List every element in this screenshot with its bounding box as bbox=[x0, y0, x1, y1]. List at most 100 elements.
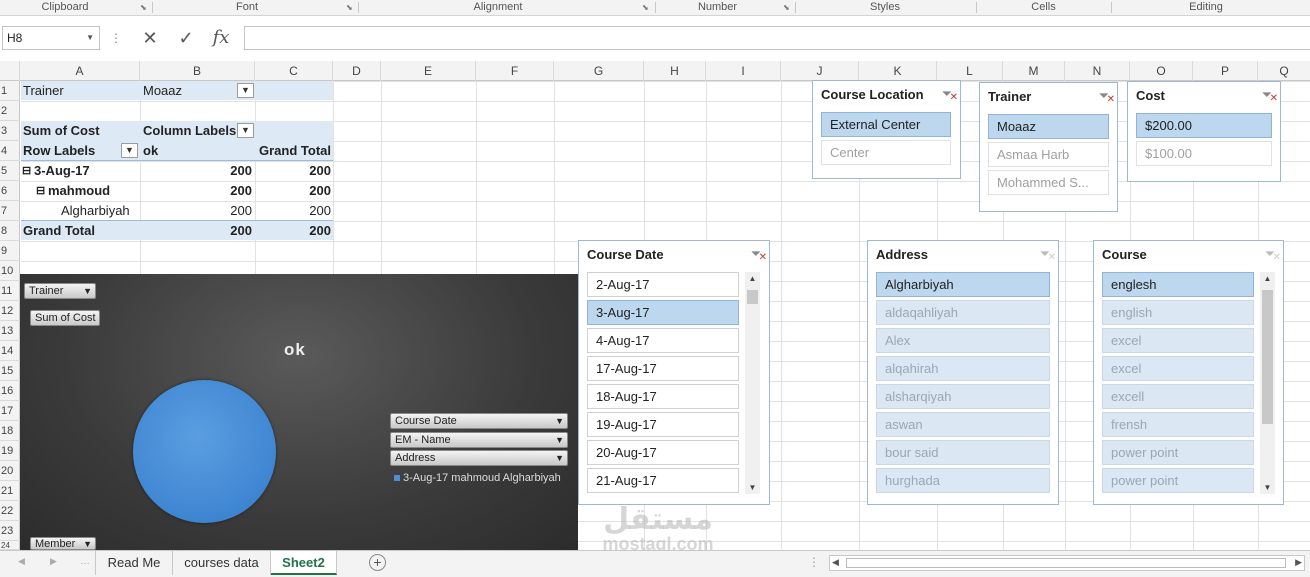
scrollbar-thumb[interactable] bbox=[846, 558, 1286, 568]
enter-icon[interactable]: ✓ bbox=[172, 26, 200, 50]
column-header[interactable]: I bbox=[706, 61, 781, 81]
clear-filter-icon[interactable]: ⏷ ✕ bbox=[1262, 87, 1278, 104]
scroll-right-icon[interactable]: ▶ bbox=[1295, 557, 1302, 568]
slicer-item[interactable]: Center bbox=[821, 140, 951, 165]
slicer-item[interactable]: Asmaa Harb bbox=[988, 142, 1109, 167]
column-header[interactable]: J bbox=[781, 61, 859, 81]
slicer-item[interactable]: power point bbox=[1102, 440, 1254, 465]
row-header[interactable]: 22 bbox=[0, 501, 20, 521]
slicer-item[interactable]: hurghada bbox=[876, 468, 1050, 493]
row-header[interactable]: 19 bbox=[0, 441, 20, 461]
pie-slice[interactable] bbox=[133, 380, 276, 523]
row-header[interactable]: 15 bbox=[0, 361, 20, 381]
row-header[interactable]: 21 bbox=[0, 481, 20, 501]
clear-filter-icon[interactable]: ⏷ ✕ bbox=[1040, 246, 1056, 263]
alignment-launcher-icon[interactable]: ⬊ bbox=[642, 3, 649, 12]
pivot-filter-value[interactable]: Moaaz bbox=[143, 81, 182, 101]
more-options-icon[interactable]: ⋮ bbox=[110, 26, 122, 50]
scrollbar-thumb[interactable] bbox=[1262, 290, 1273, 424]
slicer-item[interactable]: alqahirah bbox=[876, 356, 1050, 381]
slicer-item[interactable]: 18-Aug-17 bbox=[587, 384, 739, 409]
column-header[interactable]: C bbox=[255, 61, 333, 81]
row-header[interactable]: 20 bbox=[0, 461, 20, 481]
slicer-item[interactable]: excell bbox=[1102, 384, 1254, 409]
sheet-tab[interactable]: courses data bbox=[173, 551, 271, 575]
scrollbar-thumb[interactable] bbox=[747, 290, 758, 304]
slicer-item[interactable]: Mohammed S... bbox=[988, 170, 1109, 195]
horizontal-scrollbar[interactable]: ◀ ▶ bbox=[829, 555, 1305, 571]
column-header[interactable]: E bbox=[381, 61, 476, 81]
member-button[interactable]: Member ▼ bbox=[30, 537, 96, 550]
axis-field-button[interactable]: Address ▼ bbox=[390, 450, 568, 466]
collapse-icon[interactable]: ⊟ bbox=[36, 181, 45, 201]
formula-input[interactable] bbox=[244, 26, 1310, 50]
column-header[interactable]: G bbox=[554, 61, 644, 81]
scroll-down-icon[interactable]: ▼ bbox=[745, 483, 760, 492]
row-header[interactable]: 6 bbox=[0, 181, 20, 201]
add-sheet-icon[interactable]: + bbox=[369, 554, 386, 571]
clear-filter-icon[interactable]: ⏷ ✕ bbox=[751, 246, 767, 263]
scroll-up-icon[interactable]: ▲ bbox=[745, 274, 760, 283]
slicer-item[interactable]: 21-Aug-17 bbox=[587, 468, 739, 493]
slicer-item[interactable]: aswan bbox=[876, 412, 1050, 437]
slicer-item[interactable]: 19-Aug-17 bbox=[587, 412, 739, 437]
slicer-scrollbar[interactable]: ▲ ▼ bbox=[1260, 272, 1275, 494]
slicer-item[interactable]: frensh bbox=[1102, 412, 1254, 437]
name-box[interactable]: H8 ▼ bbox=[2, 26, 100, 50]
slicer-item[interactable]: 3-Aug-17 bbox=[587, 300, 739, 325]
column-header[interactable]: K bbox=[859, 61, 937, 81]
number-launcher-icon[interactable]: ⬊ bbox=[783, 3, 790, 12]
row-header[interactable]: 18 bbox=[0, 421, 20, 441]
column-header[interactable]: H bbox=[644, 61, 706, 81]
column-header[interactable]: F bbox=[476, 61, 554, 81]
pivot-chart[interactable]: Trainer ▼ Sum of Cost ok Course Date ▼ E… bbox=[20, 274, 578, 550]
slicer-item[interactable]: $100.00 bbox=[1136, 141, 1272, 166]
scroll-tabs-left-icon[interactable]: ◀ bbox=[18, 556, 25, 567]
slicer-item[interactable]: 4-Aug-17 bbox=[587, 328, 739, 353]
scroll-down-icon[interactable]: ▼ bbox=[1260, 483, 1275, 492]
row-header[interactable]: 10 bbox=[0, 261, 20, 281]
scroll-tabs-right-icon[interactable]: ▶ bbox=[50, 556, 57, 567]
scroll-up-icon[interactable]: ▲ bbox=[1260, 274, 1275, 283]
row-header[interactable]: 3 bbox=[0, 121, 20, 141]
clear-filter-icon[interactable]: ⏷ ✕ bbox=[942, 86, 958, 103]
row-header[interactable]: 13 bbox=[0, 321, 20, 341]
row-header[interactable]: 9 bbox=[0, 241, 20, 261]
row-header[interactable]: 5 bbox=[0, 161, 20, 181]
slicer-item[interactable]: 17-Aug-17 bbox=[587, 356, 739, 381]
clipboard-launcher-icon[interactable]: ⬊ bbox=[140, 3, 147, 12]
slicer-item[interactable]: aldaqahliyah bbox=[876, 300, 1050, 325]
slicer-item[interactable]: Alex bbox=[876, 328, 1050, 353]
clear-filter-icon[interactable]: ⏷ ✕ bbox=[1265, 246, 1281, 263]
axis-field-button[interactable]: Course Date ▼ bbox=[390, 413, 568, 429]
insert-function-icon[interactable]: fx bbox=[206, 26, 236, 50]
clear-filter-icon[interactable]: ⏷ ✕ bbox=[1099, 88, 1115, 105]
column-header[interactable]: M bbox=[1003, 61, 1065, 81]
axis-field-button[interactable]: EM - Name ▼ bbox=[390, 432, 568, 448]
slicer-item[interactable]: Algharbiyah bbox=[876, 272, 1050, 297]
row-header[interactable]: 16 bbox=[0, 381, 20, 401]
row-header[interactable]: 23 bbox=[0, 521, 20, 541]
slicer-item[interactable]: bour said bbox=[876, 440, 1050, 465]
row-header[interactable]: 1 bbox=[0, 81, 20, 101]
scroll-left-icon[interactable]: ◀ bbox=[832, 557, 839, 568]
slicer-item[interactable]: englesh bbox=[1102, 272, 1254, 297]
slicer-item[interactable]: $200.00 bbox=[1136, 113, 1272, 138]
row-header[interactable]: 7 bbox=[0, 201, 20, 221]
slicer-item[interactable]: english bbox=[1102, 300, 1254, 325]
chevron-down-icon[interactable]: ▼ bbox=[86, 27, 94, 49]
row-header[interactable]: 8 bbox=[0, 221, 20, 241]
collapse-icon[interactable]: ⊟ bbox=[22, 161, 31, 181]
slicer-scrollbar[interactable]: ▲ ▼ bbox=[745, 272, 760, 494]
row-header[interactable]: 17 bbox=[0, 401, 20, 421]
sheet-tab-active[interactable]: Sheet2 bbox=[271, 551, 337, 575]
trainer-filter-button[interactable]: Trainer ▼ bbox=[24, 283, 96, 299]
value-field-button[interactable]: Sum of Cost bbox=[30, 310, 100, 326]
column-header[interactable]: O bbox=[1130, 61, 1193, 81]
cancel-icon[interactable]: ✕ bbox=[136, 26, 164, 50]
row-header[interactable]: 2 bbox=[0, 101, 20, 121]
more-tabs-icon[interactable]: … bbox=[80, 556, 90, 567]
font-launcher-icon[interactable]: ⬊ bbox=[346, 3, 353, 12]
row-header[interactable]: 14 bbox=[0, 341, 20, 361]
row-header[interactable]: 4 bbox=[0, 141, 20, 161]
